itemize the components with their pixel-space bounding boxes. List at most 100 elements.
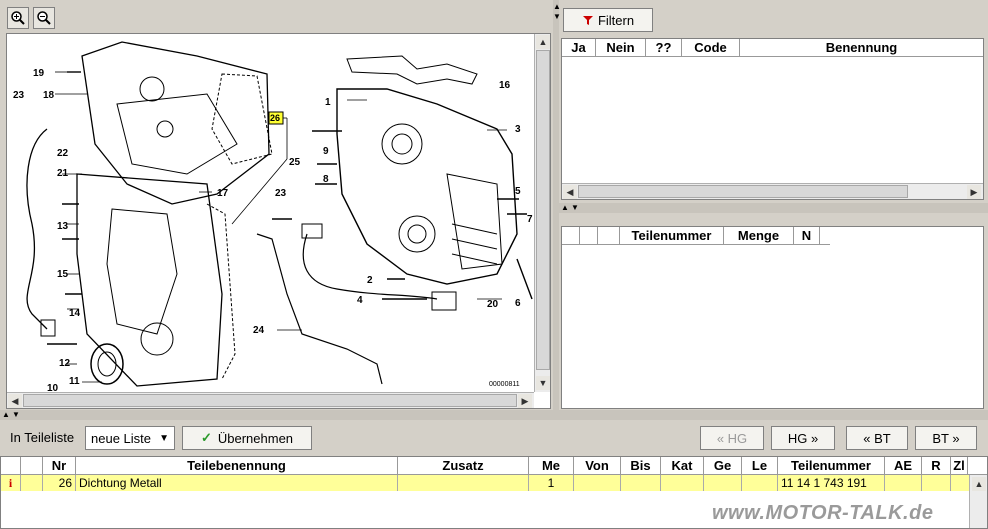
col-teilebenennung[interactable]: Teilebenennung bbox=[76, 457, 398, 474]
splitter-up-icon[interactable]: ▲ bbox=[561, 203, 569, 212]
cell-zusatz bbox=[398, 475, 529, 491]
apply-button-label: Übernehmen bbox=[217, 430, 294, 446]
checkmark-icon: ✓ bbox=[200, 430, 212, 445]
filter-table: Ja Nein ?? Code Benennung ◀ ▶ bbox=[561, 38, 984, 200]
teileliste-label: In Teileliste bbox=[10, 430, 75, 445]
col-ge[interactable]: Ge bbox=[704, 457, 742, 474]
svg-text:11: 11 bbox=[69, 376, 80, 387]
diagram-image-id: 00000811 bbox=[489, 381, 520, 388]
watermark: www.MOTOR-TALK.de bbox=[712, 502, 934, 524]
col-r[interactable]: R bbox=[922, 457, 951, 474]
cell-me: 1 bbox=[529, 475, 574, 491]
scroll-thumb-horizontal[interactable] bbox=[23, 394, 517, 407]
filter-table-header: Ja Nein ?? Code Benennung bbox=[562, 39, 983, 57]
apply-button[interactable]: ✓ Übernehmen bbox=[182, 426, 312, 450]
scroll-left-icon[interactable]: ◀ bbox=[8, 394, 22, 408]
diagram-vertical-scrollbar[interactable]: ▲ ▼ bbox=[534, 34, 550, 392]
svg-text:24: 24 bbox=[253, 325, 265, 336]
scroll-left-icon[interactable]: ◀ bbox=[563, 185, 577, 199]
svg-text:7: 7 bbox=[527, 214, 533, 225]
svg-text:5: 5 bbox=[515, 186, 521, 197]
col-me[interactable]: Me bbox=[529, 457, 574, 474]
diagram-horizontal-scrollbar[interactable]: ◀ ▶ bbox=[7, 392, 534, 408]
svg-text:6: 6 bbox=[515, 298, 521, 309]
col-ae[interactable]: AE bbox=[885, 457, 922, 474]
splitter-down-icon[interactable]: ▼ bbox=[571, 203, 579, 212]
scroll-up-icon[interactable]: ▲ bbox=[536, 35, 550, 49]
svg-text:25: 25 bbox=[289, 157, 301, 168]
zoom-out-icon bbox=[37, 11, 51, 25]
svg-text:20: 20 bbox=[487, 299, 499, 310]
svg-text:1: 1 bbox=[325, 97, 331, 108]
cell-kat bbox=[661, 475, 704, 491]
filter-horizontal-scrollbar[interactable]: ◀ ▶ bbox=[562, 183, 983, 199]
svg-text:23: 23 bbox=[13, 90, 25, 101]
filter-icon bbox=[582, 16, 593, 25]
scroll-down-icon[interactable]: ▼ bbox=[536, 376, 550, 390]
cell-nr: 26 bbox=[43, 475, 76, 491]
exploded-parts-diagram[interactable]: 19 18 23 22 21 13 15 14 12 10 11 17 25 2… bbox=[7, 34, 534, 392]
svg-text:13: 13 bbox=[57, 221, 69, 232]
next-bt-button[interactable]: BT » bbox=[915, 426, 977, 450]
next-hg-button[interactable]: HG » bbox=[771, 426, 835, 450]
result-vertical-scrollbar[interactable]: ▲ bbox=[969, 475, 987, 528]
svg-text:2: 2 bbox=[367, 275, 373, 286]
svg-text:16: 16 bbox=[499, 80, 511, 91]
splitter-down-icon[interactable]: ▼ bbox=[12, 410, 20, 419]
col-le[interactable]: Le bbox=[742, 457, 778, 474]
col-bis[interactable]: Bis bbox=[621, 457, 661, 474]
next-hg-label: HG » bbox=[787, 430, 819, 446]
svg-text:4: 4 bbox=[357, 295, 363, 306]
col-n[interactable]: N bbox=[794, 227, 820, 244]
scroll-thumb[interactable] bbox=[536, 50, 550, 370]
zoom-out-button[interactable] bbox=[33, 7, 55, 29]
filter-button[interactable]: Filtern bbox=[563, 8, 653, 32]
col-zl[interactable]: Zl bbox=[951, 457, 968, 474]
scroll-up-icon[interactable]: ▲ bbox=[972, 477, 986, 491]
scroll-right-icon[interactable]: ▶ bbox=[518, 394, 532, 408]
prev-bt-button[interactable]: « BT bbox=[846, 426, 908, 450]
col-benennung[interactable]: Benennung bbox=[740, 39, 983, 56]
col-teilenummer[interactable]: Teilenummer bbox=[620, 227, 724, 244]
zoom-in-button[interactable] bbox=[7, 7, 29, 29]
cell-teilenummer: 11 14 1 743 191 bbox=[778, 475, 885, 491]
svg-text:21: 21 bbox=[57, 168, 69, 179]
prev-bt-label: « BT bbox=[863, 430, 891, 446]
cell-ge bbox=[704, 475, 742, 491]
col-von[interactable]: Von bbox=[574, 457, 621, 474]
svg-text:22: 22 bbox=[57, 148, 69, 159]
cell-bis bbox=[621, 475, 661, 491]
bottom-splitter[interactable]: ▲ ▼ bbox=[0, 410, 988, 420]
col-nein[interactable]: Nein bbox=[596, 39, 646, 56]
col-kat[interactable]: Kat bbox=[661, 457, 704, 474]
splitter-down-icon[interactable]: ▼ bbox=[553, 12, 561, 21]
cell-teilebenennung: Dichtung Metall bbox=[76, 475, 398, 491]
col-zusatz[interactable]: Zusatz bbox=[398, 457, 529, 474]
splitter-up-icon[interactable]: ▲ bbox=[553, 2, 561, 11]
col-nr[interactable]: Nr bbox=[43, 457, 76, 474]
svg-text:15: 15 bbox=[57, 269, 69, 280]
prev-hg-button[interactable]: « HG bbox=[700, 426, 764, 450]
col-code[interactable]: Code bbox=[682, 39, 740, 56]
diagram-panel: 19 18 23 22 21 13 15 14 12 10 11 17 25 2… bbox=[6, 33, 551, 409]
scroll-right-icon[interactable]: ▶ bbox=[967, 185, 981, 199]
col-menge[interactable]: Menge bbox=[724, 227, 794, 244]
splitter-up-icon[interactable]: ▲ bbox=[2, 410, 10, 419]
next-bt-label: BT » bbox=[932, 430, 960, 446]
cell-zl bbox=[951, 475, 968, 491]
table-row[interactable]: i 26 Dichtung Metall 1 11 14 1 743 191 bbox=[1, 475, 969, 491]
svg-text:10: 10 bbox=[47, 383, 59, 392]
list-select-value: neue Liste bbox=[91, 430, 151, 446]
col-ja[interactable]: Ja bbox=[562, 39, 596, 56]
col-qq[interactable]: ?? bbox=[646, 39, 682, 56]
callout-19[interactable]: 19 bbox=[33, 68, 45, 79]
zoom-in-icon bbox=[11, 11, 25, 25]
col-teilenummer[interactable]: Teilenummer bbox=[778, 457, 885, 474]
info-icon[interactable]: i bbox=[1, 475, 21, 491]
list-select[interactable]: neue Liste ▼ bbox=[85, 426, 175, 450]
right-splitter[interactable]: ▲ ▼ bbox=[559, 203, 988, 213]
svg-text:9: 9 bbox=[323, 146, 329, 157]
filter-button-label: Filtern bbox=[597, 12, 635, 28]
scroll-thumb-horizontal[interactable] bbox=[578, 185, 908, 198]
svg-text:8: 8 bbox=[323, 174, 329, 185]
